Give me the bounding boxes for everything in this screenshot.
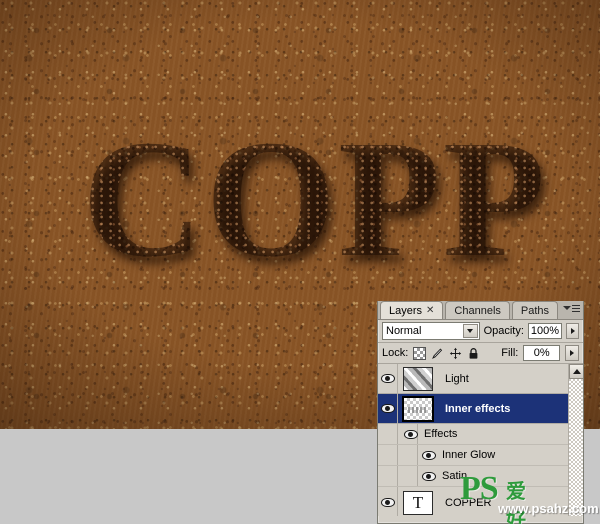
layer-thumbnail-cell[interactable] [398, 364, 438, 393]
lock-label: Lock: [382, 347, 409, 359]
layer-thumbnail-cell[interactable] [398, 394, 438, 423]
fill-slider-icon[interactable] [565, 345, 579, 361]
gradient-thumbnail [403, 366, 433, 391]
layers-panel: Layers ✕ Channels Paths Normal Opacity: … [377, 301, 584, 524]
blend-mode-select[interactable]: Normal [382, 322, 480, 340]
effect-label-satin: Satin [442, 470, 468, 482]
transparent-checker-thumbnail [402, 395, 434, 422]
tab-channels[interactable]: Channels [445, 301, 510, 319]
eye-icon [380, 374, 395, 383]
effects-group-row[interactable]: Effects [378, 424, 583, 445]
opacity-input[interactable]: 100% [527, 323, 562, 339]
scrollbar-track[interactable] [569, 379, 583, 516]
lock-transparent-pixels-icon[interactable] [413, 346, 427, 360]
layer-name-inner-effects: Inner effects [445, 402, 511, 415]
effect-row-inner-glow[interactable]: Inner Glow [378, 445, 583, 466]
panel-tab-bar: Layers ✕ Channels Paths [378, 301, 583, 320]
effects-group-label: Effects [424, 428, 458, 440]
lock-row: Lock: Fill: 0% [378, 343, 583, 364]
lock-position-icon[interactable] [449, 347, 462, 360]
visibility-toggle-inner-effects[interactable] [378, 394, 398, 423]
panel-menu-icon[interactable] [562, 302, 580, 318]
chevron-down-icon[interactable] [462, 324, 478, 338]
visibility-toggle-copper[interactable] [378, 487, 398, 516]
layer-name-copper: COPPER [445, 496, 492, 509]
tab-layers-label: Layers [389, 304, 423, 317]
layer-row-inner-effects[interactable]: Inner effects fx [378, 394, 583, 424]
layer-name-light: Light [445, 372, 469, 385]
layer-list-scrollbar[interactable] [568, 364, 583, 516]
opacity-label: Opacity: [483, 325, 524, 337]
tab-paths-label: Paths [520, 304, 550, 317]
tab-paths[interactable]: Paths [511, 301, 559, 319]
blend-mode-value: Normal [386, 325, 422, 337]
screenshot-root: COPP COPP COPP Layers ✕ Channels Paths [0, 0, 600, 524]
effect-row-satin[interactable]: Satin [378, 466, 583, 487]
text-layer-thumbnail: T [403, 490, 433, 515]
fill-label: Fill: [501, 347, 519, 359]
opacity-slider-icon[interactable] [566, 323, 579, 339]
eye-icon [422, 471, 436, 481]
tab-close-icon[interactable]: ✕ [426, 305, 434, 316]
blend-mode-row: Normal Opacity: 100% [378, 320, 583, 343]
eye-icon [380, 404, 395, 413]
layer-thumbnail-cell[interactable]: T [398, 487, 438, 516]
layer-row-copper[interactable]: T COPPER [378, 487, 583, 516]
layer-list[interactable]: Light Inner effects fx Effe [378, 364, 583, 516]
eye-icon [380, 498, 395, 507]
eye-icon [422, 450, 436, 460]
lock-image-pixels-icon[interactable] [431, 347, 444, 360]
fill-input[interactable]: 0% [523, 345, 561, 361]
scroll-up-icon[interactable] [569, 364, 583, 379]
visibility-toggle-light[interactable] [378, 364, 398, 393]
eye-icon [404, 429, 418, 439]
tab-layers[interactable]: Layers ✕ [380, 301, 444, 319]
layer-row-light[interactable]: Light [378, 364, 583, 394]
tab-channels-label: Channels [454, 304, 501, 317]
effect-label-inner-glow: Inner Glow [442, 449, 496, 461]
lock-all-icon[interactable] [467, 347, 480, 360]
